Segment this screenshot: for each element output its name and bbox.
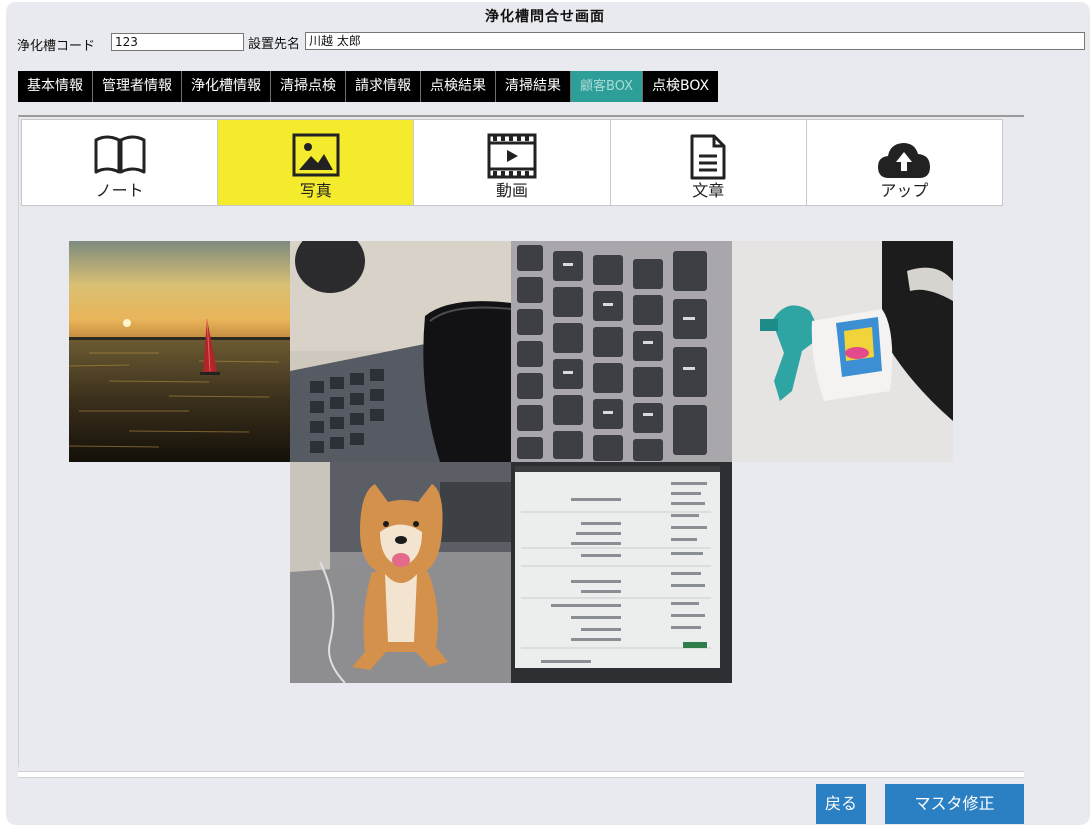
location-label: 設置先名 bbox=[248, 37, 301, 52]
photo-thumbnail-screen[interactable] bbox=[511, 462, 732, 683]
master-edit-button[interactable]: マスタ修正 bbox=[885, 784, 1024, 824]
media-upload-button[interactable]: アップ bbox=[806, 120, 1003, 205]
media-note-label: ノート bbox=[95, 181, 144, 200]
image-icon bbox=[292, 133, 340, 177]
tab-tank-info[interactable]: 浄化槽情報 bbox=[182, 71, 271, 102]
media-document-label: 文章 bbox=[692, 181, 725, 200]
tab-manager-info[interactable]: 管理者情報 bbox=[93, 71, 182, 102]
photo-thumbnail-laptop[interactable] bbox=[290, 241, 511, 462]
book-icon bbox=[94, 135, 146, 174]
tab-basic-info[interactable]: 基本情報 bbox=[18, 71, 93, 102]
cloud-upload-icon bbox=[878, 143, 931, 178]
media-type-bar: ノート 写真 動画 文章 アップ bbox=[21, 119, 1003, 206]
tab-inspection-box[interactable]: 点検BOX bbox=[643, 71, 719, 102]
bottom-divider bbox=[18, 771, 1024, 778]
media-video-button[interactable]: 動画 bbox=[414, 120, 611, 205]
photo-thumbnail-sunset[interactable] bbox=[69, 241, 290, 462]
photo-thumbnail-keyboard[interactable] bbox=[511, 241, 732, 462]
tab-cleaning-inspection[interactable]: 清掃点検 bbox=[271, 71, 346, 102]
document-icon bbox=[690, 134, 726, 180]
laptop-keyboard-photo bbox=[290, 241, 511, 462]
keyboard-closeup-photo bbox=[511, 241, 732, 462]
tab-inspection-result[interactable]: 点検結果 bbox=[421, 71, 496, 102]
media-upload-label: アップ bbox=[880, 181, 929, 200]
sunset-windsurf-photo bbox=[69, 241, 290, 462]
spray-bottle-photo bbox=[732, 241, 953, 462]
media-video-label: 動画 bbox=[496, 181, 529, 200]
photo-thumbnail-dog[interactable] bbox=[290, 462, 511, 683]
media-photo-label: 写真 bbox=[299, 181, 332, 200]
media-photo-button[interactable]: 写真 bbox=[218, 120, 415, 205]
shiba-dog-photo bbox=[290, 462, 511, 683]
code-label: 浄化槽コード bbox=[17, 39, 96, 54]
photo-thumbnail-spray[interactable] bbox=[732, 241, 953, 462]
tab-bar: 基本情報 管理者情報 浄化槽情報 清掃点検 請求情報 点検結果 清掃結果 顧客B… bbox=[18, 71, 719, 102]
page-title: 浄化槽問合せ画面 bbox=[485, 9, 605, 25]
tab-cleaning-result[interactable]: 清掃結果 bbox=[496, 71, 571, 102]
tab-customer-box[interactable]: 顧客BOX bbox=[571, 71, 643, 102]
media-note-button[interactable]: ノート bbox=[22, 120, 219, 205]
code-input[interactable]: 123 bbox=[111, 33, 244, 51]
video-icon bbox=[487, 133, 537, 179]
back-button[interactable]: 戻る bbox=[816, 784, 866, 824]
screen-document-photo bbox=[511, 462, 732, 683]
location-input[interactable]: 川越 太郎 bbox=[305, 32, 1085, 50]
media-document-button[interactable]: 文章 bbox=[610, 120, 807, 205]
tab-billing-info[interactable]: 請求情報 bbox=[346, 71, 421, 102]
